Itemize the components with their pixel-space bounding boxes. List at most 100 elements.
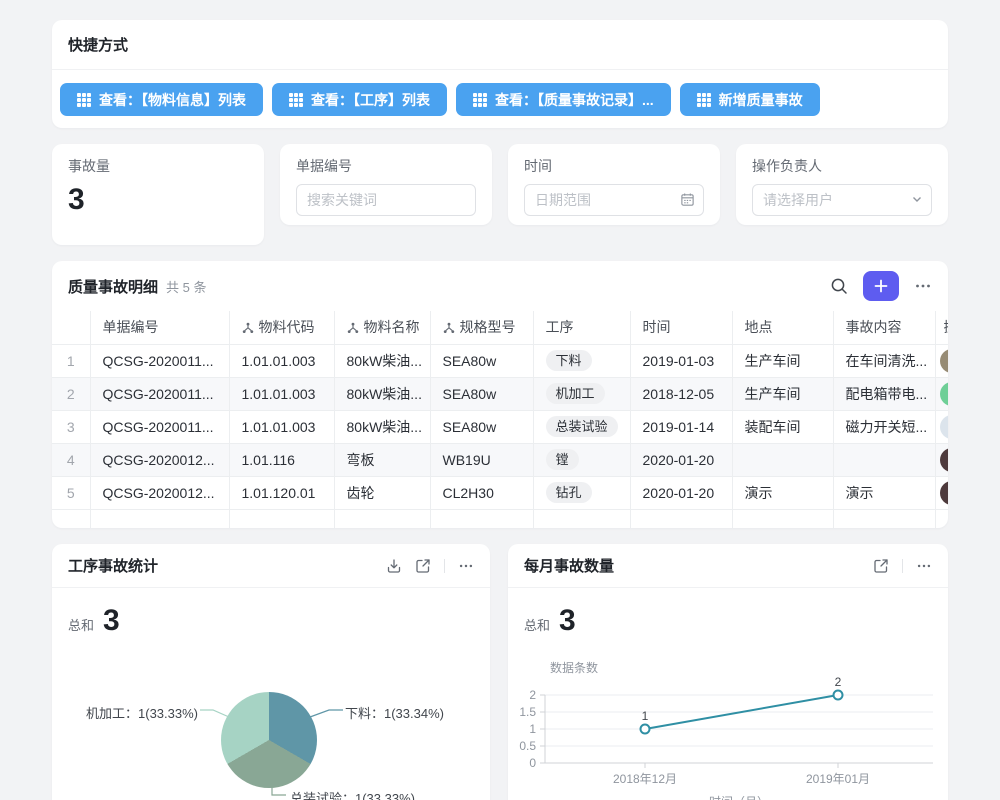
table-cell[interactable]: 装配车间 [732,410,833,443]
table-cell[interactable]: 80kW柴油... [334,377,430,410]
table-cell[interactable]: QCSG-2020011... [90,377,229,410]
table-cell[interactable]: 镗 [533,443,630,476]
x-axis-title: 时间（月） [709,795,769,800]
download-button[interactable] [386,558,402,574]
empty-cell [935,509,948,528]
table-cell[interactable]: 80kW柴油... [334,410,430,443]
table-cell[interactable]: 1.01.01.003 [229,377,334,410]
table-cell[interactable] [732,443,833,476]
table-row[interactable]: 2QCSG-2020011...1.01.01.00380kW柴油...SEA8… [52,377,948,410]
table-cell[interactable]: QCSG-2020011... [90,410,229,443]
user-avatar [940,349,949,373]
open-fullscreen-button[interactable] [873,558,889,574]
table-cell[interactable]: 演示 [732,476,833,509]
table-cell[interactable]: SEA80w [430,410,533,443]
table-cell[interactable]: 下料 [533,344,630,377]
table-cell[interactable]: 1.01.01.003 [229,344,334,377]
table-cell[interactable]: SEA80w [430,344,533,377]
data-point[interactable] [834,691,843,700]
add-record-button[interactable] [863,271,899,301]
table-cell[interactable]: 2020-01-20 [630,476,732,509]
table-cell[interactable]: CL2H30 [430,476,533,509]
time-filter-card: 时间 [508,144,720,225]
table-more-button[interactable] [914,277,932,295]
column-header-6: 时间 [630,311,732,344]
table-cell[interactable]: 在车间清洗... [833,344,935,377]
table-row[interactable]: 5QCSG-2020012...1.01.120.01齿轮CL2H30钻孔202… [52,476,948,509]
table-cell[interactable]: 1.01.116 [229,443,334,476]
row-number: 4 [52,443,90,476]
x-tick-label: 2019年01月 [806,772,870,786]
table-cell[interactable] [833,443,935,476]
operator-select[interactable] [752,184,932,216]
grid-icon [77,93,91,107]
column-header-5: 工序 [533,311,630,344]
table-cell[interactable]: 磁力开关短... [833,410,935,443]
open-fullscreen-button[interactable] [415,558,431,574]
table-cell[interactable]: 80kW柴油... [334,344,430,377]
table-cell[interactable] [935,410,948,443]
shortcut-view-process-list-button[interactable]: 查看：【工序】列表 [272,83,447,116]
empty-cell [430,509,533,528]
table-row[interactable]: 3QCSG-2020011...1.01.01.00380kW柴油...SEA8… [52,410,948,443]
dashboard-page: 快捷方式 查看：【物料信息】列表 查看：【工序】列表 查看：【质量事故记录】..… [0,0,1000,800]
operator-filter-card: 操作负责人 [736,144,948,225]
table-cell[interactable] [935,377,948,410]
search-icon [830,277,848,295]
table-cell[interactable]: QCSG-2020011... [90,344,229,377]
shortcuts-header: 快捷方式 [52,20,948,70]
accident-count-card: 事故量 3 [52,144,264,245]
table-cell[interactable]: 2020-01-20 [630,443,732,476]
table-cell[interactable]: 配电箱带电... [833,377,935,410]
table-cell[interactable]: 1.01.120.01 [229,476,334,509]
shortcut-view-material-list-button[interactable]: 查看：【物料信息】列表 [60,83,263,116]
shortcut-button-label: 新增质量事故 [719,90,803,110]
pie-label-jijiagong: 机加工：1(33.33%) [86,703,198,722]
table-cell[interactable]: QCSG-2020012... [90,476,229,509]
table-cell[interactable]: 生产车间 [732,377,833,410]
shortcut-add-accident-button[interactable]: 新增质量事故 [680,83,820,116]
row-number: 3 [52,410,90,443]
lookup-field-icon [443,322,455,334]
table-cell[interactable]: 演示 [833,476,935,509]
table-cell[interactable]: 机加工 [533,377,630,410]
pie-chart[interactable] [221,692,317,788]
table-cell[interactable] [935,344,948,377]
empty-cell [630,509,732,528]
table-cell[interactable]: 生产车间 [732,344,833,377]
table-cell[interactable]: 齿轮 [334,476,430,509]
external-link-icon [873,558,889,574]
table-scroll-area[interactable]: 单据编号物料代码物料名称规格型号工序时间地点事故内容操作负责人 1QCSG-20… [52,311,948,528]
date-range-input[interactable] [524,184,704,216]
shortcut-view-accident-records-button[interactable]: 查看：【质量事故记录】... [456,83,671,116]
grid-icon [697,93,711,107]
table-cell[interactable] [935,476,948,509]
table-cell[interactable]: 钻孔 [533,476,630,509]
table-cell[interactable]: 弯板 [334,443,430,476]
table-cell[interactable]: 2018-12-05 [630,377,732,410]
table-cell[interactable]: WB19U [430,443,533,476]
table-cell[interactable] [935,443,948,476]
table-row[interactable]: 1QCSG-2020011...1.01.01.00380kW柴油...SEA8… [52,344,948,377]
search-button[interactable] [830,277,848,295]
data-point[interactable] [641,725,650,734]
table-cell[interactable]: 2019-01-03 [630,344,732,377]
table-cell[interactable]: 1.01.01.003 [229,410,334,443]
y-tick-label: 0 [529,756,536,770]
table-cell[interactable]: 2019-01-14 [630,410,732,443]
line-more-button[interactable] [916,558,932,574]
user-avatar [940,448,949,472]
process-accident-chart-card: 工序事故统计 总和 3 下料：1(33.34% [52,544,490,800]
table-cell[interactable]: QCSG-2020012... [90,443,229,476]
table-row[interactable]: 4QCSG-2020012...1.01.116弯板WB19U镗2020-01-… [52,443,948,476]
line-chart-title: 每月事故数量 [524,555,614,576]
process-tag: 总装试验 [546,416,618,437]
table-cell[interactable]: SEA80w [430,377,533,410]
doc-number-search-input[interactable] [296,184,476,216]
column-header-2: 物料代码 [229,311,334,344]
line-chart[interactable]: 数据条数00.511.522018年12月2019年01月12时间（月） [508,652,948,800]
pie-more-button[interactable] [458,558,474,574]
empty-cell [334,509,430,528]
table-cell[interactable]: 总装试验 [533,410,630,443]
lookup-field-icon [242,322,254,334]
